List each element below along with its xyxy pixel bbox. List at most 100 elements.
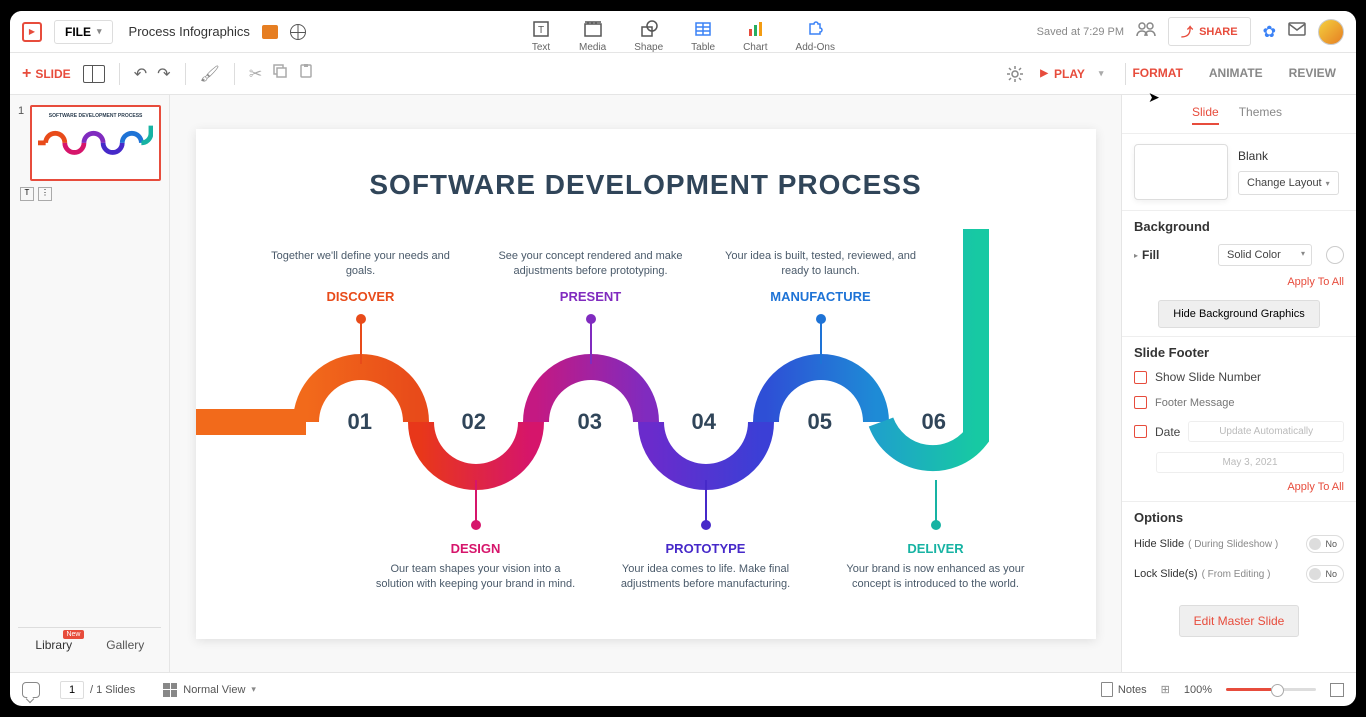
canvas-area[interactable]: SOFTWARE DEVELOPMENT PROCESS [170, 95, 1121, 672]
layout-picker-icon[interactable] [83, 65, 105, 83]
current-slide-input[interactable] [60, 681, 84, 699]
share-button[interactable]: ⤴SHARE [1168, 17, 1251, 46]
edit-master-slide-button[interactable]: Edit Master Slide [1179, 605, 1300, 637]
globe-publish-icon[interactable] [290, 24, 306, 40]
settings-gear-icon[interactable] [1006, 65, 1024, 83]
collaborators-icon[interactable] [1136, 21, 1156, 42]
apply-all-footer[interactable]: Apply To All [1287, 481, 1344, 493]
step-num-04: 04 [692, 409, 716, 435]
step-present[interactable]: See your concept rendered and make adjus… [491, 249, 691, 305]
thumb-text-icon[interactable]: T [20, 187, 34, 201]
background-heading: Background [1122, 210, 1356, 238]
lock-slide-toggle[interactable]: No [1306, 565, 1344, 583]
tab-review[interactable]: REVIEW [1289, 66, 1336, 82]
view-mode-select[interactable]: Normal View ▾ [163, 683, 256, 697]
subtab-themes[interactable]: Themes [1239, 105, 1282, 125]
grid-view-icon [163, 683, 177, 697]
tab-animate[interactable]: ANIMATE [1209, 66, 1263, 82]
second-toolbar: SLIDE ↶ ↷ 🖌 ✂ PLAY FORMAT ANIMATE REVIEW [10, 53, 1356, 95]
tool-table[interactable]: Table [691, 19, 715, 53]
brush-icon[interactable]: ✿ [1263, 22, 1276, 42]
paste-icon[interactable] [298, 63, 314, 84]
fill-type-select[interactable]: Solid Color [1218, 244, 1312, 266]
app-logo-icon[interactable] [22, 22, 42, 42]
zoom-value[interactable]: 100% [1184, 684, 1212, 696]
slide-canvas[interactable]: SOFTWARE DEVELOPMENT PROCESS [196, 129, 1096, 639]
slide-title[interactable]: SOFTWARE DEVELOPMENT PROCESS [196, 169, 1096, 201]
step-num-05: 05 [808, 409, 832, 435]
tool-media[interactable]: Media [579, 19, 606, 53]
apply-all-bg[interactable]: Apply To All [1287, 276, 1344, 288]
folder-icon[interactable] [262, 25, 278, 39]
tool-addons[interactable]: Add-Ons [796, 19, 835, 53]
notes-icon [1101, 682, 1113, 697]
options-heading: Options [1122, 501, 1356, 529]
shape-icon [639, 19, 659, 39]
cut-icon[interactable]: ✂ [249, 64, 262, 84]
fit-screen-icon[interactable] [1330, 683, 1344, 697]
hide-slide-label: Hide Slide [1134, 538, 1184, 550]
footer-message-checkbox[interactable] [1134, 396, 1147, 409]
undo-icon[interactable]: ↶ [134, 64, 147, 84]
date-checkbox[interactable] [1134, 425, 1147, 438]
gallery-tab[interactable]: Gallery [90, 628, 162, 662]
save-status: Saved at 7:29 PM [1037, 26, 1124, 38]
mail-icon[interactable] [1288, 22, 1306, 41]
change-layout-button[interactable]: Change Layout [1238, 171, 1339, 195]
footer-message-input[interactable] [1155, 397, 1344, 409]
hide-slide-sub: ( During Slideshow ) [1188, 539, 1278, 550]
tool-text[interactable]: T Text [531, 19, 551, 53]
step-manufacture[interactable]: Your idea is built, tested, reviewed, an… [721, 249, 921, 305]
tool-shape[interactable]: Shape [634, 19, 663, 53]
play-button[interactable]: PLAY [1040, 67, 1103, 81]
user-avatar[interactable] [1318, 19, 1344, 45]
fill-label[interactable]: Fill [1134, 248, 1210, 262]
copy-icon[interactable] [272, 63, 288, 84]
subtab-slide[interactable]: Slide [1192, 105, 1219, 125]
right-panel-tabs: FORMAT ANIMATE REVIEW [1132, 66, 1336, 82]
hide-bg-graphics-button[interactable]: Hide Background Graphics [1158, 300, 1319, 328]
slide-footer-heading: Slide Footer [1122, 336, 1356, 364]
status-bar: / 1 Slides Normal View ▾ Notes ⊞ 100% [10, 672, 1356, 706]
date-mode-select[interactable]: Update Automatically [1188, 421, 1344, 442]
layout-preview-box[interactable] [1134, 144, 1228, 200]
date-label: Date [1155, 425, 1180, 439]
layout-name: Blank [1238, 149, 1339, 163]
chart-icon [745, 19, 765, 39]
tool-chart[interactable]: Chart [743, 19, 767, 53]
thumb-options-icon[interactable]: ⋮ [38, 187, 52, 201]
step-num-06: 06 [922, 409, 946, 435]
text-icon: T [531, 19, 551, 39]
step-prototype[interactable]: PROTOTYPE Your idea comes to life. Make … [606, 541, 806, 593]
addons-puzzle-icon [805, 19, 825, 39]
step-num-01: 01 [348, 409, 372, 435]
file-menu-button[interactable]: FILE [54, 20, 113, 44]
comments-icon[interactable] [22, 682, 40, 698]
total-slides: / 1 Slides [90, 684, 135, 696]
step-num-02: 02 [462, 409, 486, 435]
slide-number: 1 [18, 105, 24, 181]
fill-color-swatch[interactable] [1326, 246, 1344, 264]
library-tab[interactable]: Library New [18, 628, 90, 662]
hide-slide-toggle[interactable]: No [1306, 535, 1344, 553]
redo-icon[interactable]: ↷ [157, 64, 170, 84]
document-title[interactable]: Process Infographics [129, 24, 250, 39]
fit-width-icon[interactable]: ⊞ [1161, 683, 1170, 696]
step-design[interactable]: DESIGN Our team shapes your vision into … [376, 541, 576, 593]
tab-format[interactable]: FORMAT [1132, 66, 1182, 82]
date-value-select[interactable]: May 3, 2021 [1156, 452, 1344, 473]
media-icon [583, 19, 603, 39]
top-toolbar: FILE Process Infographics T Text Media S… [10, 11, 1356, 53]
step-deliver[interactable]: DELIVER Your brand is now enhanced as yo… [836, 541, 1036, 593]
format-painter-icon[interactable]: 🖌 [200, 64, 220, 84]
notes-button[interactable]: Notes [1101, 682, 1147, 697]
zoom-slider[interactable] [1226, 688, 1316, 691]
insert-tool-group: T Text Media Shape Table Chart Add-On [531, 19, 835, 53]
new-badge: New [63, 630, 83, 639]
lock-slide-label: Lock Slide(s) [1134, 568, 1198, 580]
top-right-group: Saved at 7:29 PM ⤴SHARE ✿ [1037, 17, 1344, 46]
step-discover[interactable]: Together we'll define your needs and goa… [261, 249, 461, 305]
slide-thumbnail[interactable]: SOFTWARE DEVELOPMENT PROCESS [30, 105, 161, 181]
new-slide-button[interactable]: SLIDE [22, 65, 71, 83]
show-slide-number-checkbox[interactable] [1134, 371, 1147, 384]
